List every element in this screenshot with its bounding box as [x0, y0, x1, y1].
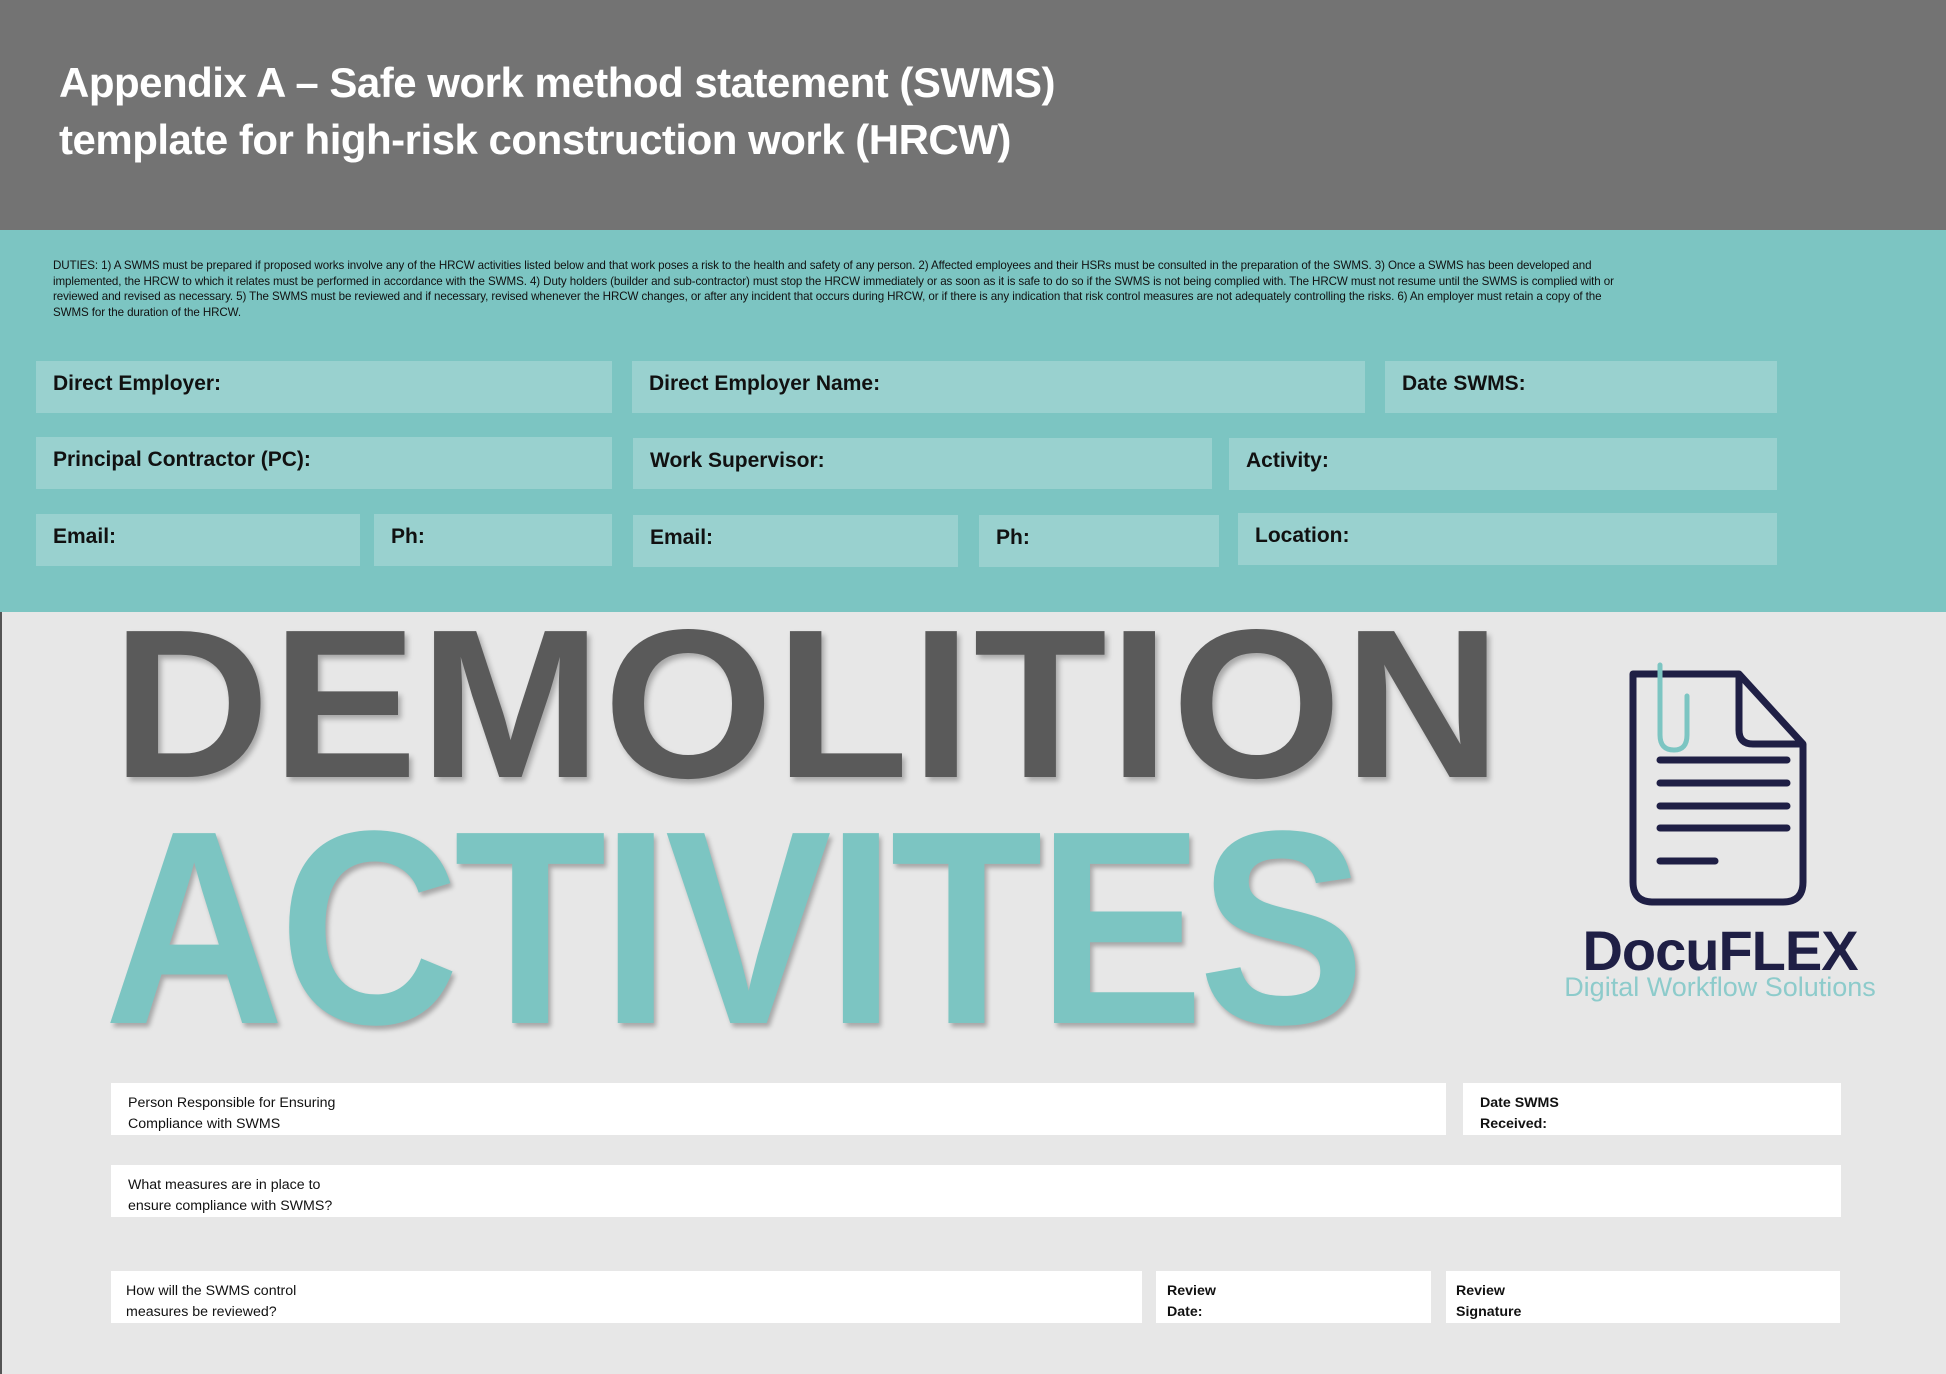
activity-label: Activity:: [1246, 449, 1329, 472]
document-header: Appendix A – Safe work method statement …: [0, 0, 1946, 230]
date-received-field[interactable]: Date SWMS Received:: [1463, 1083, 1841, 1135]
work-supervisor-field[interactable]: Work Supervisor:: [633, 438, 1212, 489]
supervisor-email-field[interactable]: Email:: [633, 515, 958, 567]
activity-field[interactable]: Activity:: [1229, 438, 1777, 490]
duties-text: DUTIES: 1) A SWMS must be prepared if pr…: [53, 259, 1614, 319]
direct-employer-name-label: Direct Employer Name:: [649, 372, 881, 395]
pc-email-label: Email:: [53, 525, 117, 548]
compliance-measures-label: What measures are in place to ensure com…: [128, 1177, 333, 1214]
docuflex-logo: DocuFLEX Digital Workflow Solutions: [1540, 660, 1900, 1020]
date-swms-label: Date SWMS:: [1402, 372, 1526, 395]
location-label: Location:: [1255, 524, 1350, 547]
principal-contractor-label: Principal Contractor (PC):: [53, 448, 311, 471]
work-supervisor-label: Work Supervisor:: [650, 449, 825, 472]
review-signature-label: Review Signature: [1456, 1283, 1522, 1320]
title-line-2: template for high-risk construction work…: [59, 116, 1011, 163]
direct-employer-name-field[interactable]: Direct Employer Name:: [632, 361, 1365, 413]
review-method-label: How will the SWMS control measures be re…: [126, 1283, 297, 1320]
pc-phone-label: Ph:: [391, 525, 425, 548]
pc-email-field[interactable]: Email:: [36, 514, 360, 566]
document-with-paperclip-icon: [1629, 662, 1807, 906]
direct-employer-field[interactable]: Direct Employer:: [36, 361, 612, 413]
supervisor-email-label: Email:: [650, 526, 714, 549]
brand-tagline: Digital Workflow Solutions: [1564, 972, 1876, 1002]
review-date-label: Review Date:: [1167, 1283, 1216, 1320]
compliance-measures-field[interactable]: What measures are in place to ensure com…: [111, 1165, 1841, 1217]
title-line-1: Appendix A – Safe work method statement …: [59, 59, 1056, 106]
direct-employer-label: Direct Employer:: [53, 372, 222, 395]
document-title: Appendix A – Safe work method statement …: [59, 54, 1056, 168]
review-date-field[interactable]: Review Date:: [1156, 1271, 1431, 1323]
person-responsible-field[interactable]: Person Responsible for Ensuring Complian…: [111, 1083, 1446, 1135]
principal-contractor-field[interactable]: Principal Contractor (PC):: [36, 437, 612, 489]
supervisor-phone-label: Ph:: [996, 526, 1030, 549]
supervisor-phone-field[interactable]: Ph:: [979, 515, 1219, 567]
person-responsible-label: Person Responsible for Ensuring Complian…: [128, 1095, 336, 1132]
pc-phone-field[interactable]: Ph:: [374, 514, 612, 566]
hero-title-activities: ACTIVITES: [104, 774, 1365, 1082]
review-method-field[interactable]: How will the SWMS control measures be re…: [111, 1271, 1142, 1323]
review-signature-field[interactable]: Review Signature: [1446, 1271, 1840, 1323]
date-swms-field[interactable]: Date SWMS:: [1385, 361, 1777, 413]
date-received-label: Date SWMS Received:: [1480, 1095, 1559, 1132]
location-field[interactable]: Location:: [1238, 513, 1777, 565]
